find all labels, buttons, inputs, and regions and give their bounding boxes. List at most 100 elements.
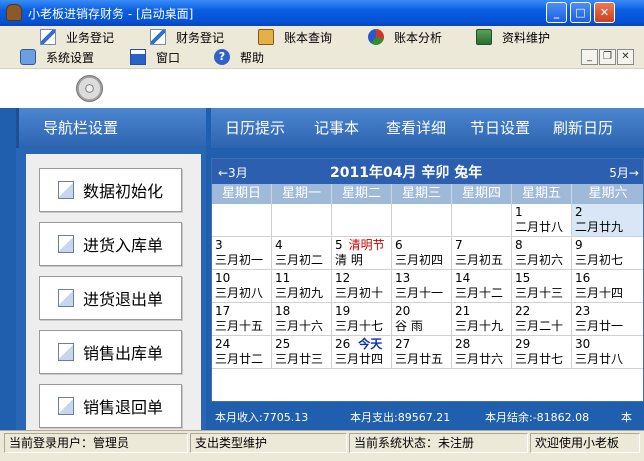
lunar-date: 三月十五: [215, 319, 264, 333]
day-number: 14: [455, 271, 471, 285]
prev-month-button[interactable]: ←3月: [218, 164, 248, 181]
menu-business-entry[interactable]: 业务登记: [40, 28, 114, 46]
day-cell[interactable]: 16 三月十四: [572, 270, 643, 303]
day-number-line: 5 清明节: [335, 238, 391, 253]
day-number-line: 29: [515, 337, 571, 352]
menu-label: 资料维护: [502, 30, 551, 45]
minimize-button[interactable]: _: [546, 2, 567, 23]
edit-icon: [58, 343, 74, 361]
close-button[interactable]: ✕: [594, 2, 615, 23]
maximize-button[interactable]: □: [570, 2, 591, 23]
day-cell[interactable]: 6 三月初四: [392, 237, 452, 270]
day-cell[interactable]: 2 二月廿九: [572, 204, 643, 237]
empty-day-cell[interactable]: [212, 204, 272, 237]
day-cell[interactable]: 30 三月廿八: [572, 336, 643, 369]
nav-button-label: 进货入库单: [83, 236, 164, 255]
day-cell[interactable]: 23 三月廿一: [572, 303, 643, 336]
calendar-grid: 1 二月廿八 2 二月廿九 3 三月初一 4 三月初二 5 清明节清 明 6 三月初四 7 三月初五 8 三月…: [212, 204, 643, 376]
day-cell[interactable]: 22 三月二十: [512, 303, 572, 336]
menu-label: 系统设置: [46, 50, 95, 65]
mdi-close-button[interactable]: ✕: [617, 49, 634, 65]
tab-holiday-settings[interactable]: 节日设置: [470, 117, 530, 138]
database-icon: [476, 29, 492, 45]
empty-day-cell[interactable]: [452, 204, 512, 237]
day-cell[interactable]: 14 三月十二: [452, 270, 512, 303]
day-cell[interactable]: 1 二月廿八: [512, 204, 572, 237]
lunar-date: 三月初二: [275, 253, 324, 267]
day-number: 18: [275, 304, 291, 318]
lunar-date: 三月十四: [575, 286, 624, 300]
lunar-date: 三月初五: [455, 253, 504, 267]
day-cell[interactable]: 11 三月初九: [272, 270, 332, 303]
nav-button-data-init[interactable]: 数据初始化: [39, 168, 182, 212]
day-cell[interactable]: 29 三月廿七: [512, 336, 572, 369]
empty-day-cell[interactable]: [392, 204, 452, 237]
day-cell[interactable]: 24 三月廿二: [212, 336, 272, 369]
menu-help[interactable]: ? 帮助: [214, 48, 264, 66]
day-cell[interactable]: 4 三月初二: [272, 237, 332, 270]
day-cell[interactable]: 21 三月十九: [452, 303, 512, 336]
calendar-header: ←3月 2011年04月 辛卯 兔年 5月→: [212, 159, 643, 184]
lunar-date: 三月廿七: [515, 352, 564, 366]
day-number: 21: [455, 304, 471, 318]
edit-icon: [150, 29, 166, 45]
nav-button-purchase-return[interactable]: 进货退出单: [39, 276, 182, 320]
menu-ledger-query[interactable]: 账本查询: [258, 28, 332, 46]
day-cell[interactable]: 7 三月初五: [452, 237, 512, 270]
mdi-restore-button[interactable]: ❐: [599, 49, 616, 65]
day-cell[interactable]: 10 三月初八: [212, 270, 272, 303]
nav-button-sales-return[interactable]: 销售退回单: [39, 384, 182, 428]
day-cell[interactable]: 25 三月廿三: [272, 336, 332, 369]
day-number-line: 13: [395, 271, 451, 286]
tab-refresh-calendar[interactable]: 刷新日历: [553, 117, 613, 138]
edit-icon: [58, 289, 74, 307]
day-cell[interactable]: 26 今天 三月廿四: [332, 336, 392, 369]
menu-data-maintenance[interactable]: 资料维护: [476, 28, 550, 46]
day-cell[interactable]: 3 三月初一: [212, 237, 272, 270]
summary-overflow: 本: [621, 411, 632, 424]
empty-day-cell[interactable]: [332, 204, 392, 237]
day-cell[interactable]: 5 清明节清 明: [332, 237, 392, 270]
day-number: 19: [335, 304, 351, 318]
day-number: 4: [275, 238, 283, 252]
title-bar: 小老板进销存财务 - [启动桌面] _ □ ✕: [0, 0, 644, 26]
tab-notepad[interactable]: 记事本: [314, 117, 359, 138]
day-cell[interactable]: 13 三月十一: [392, 270, 452, 303]
mdi-minimize-button[interactable]: _: [581, 49, 598, 65]
lunar-date: 谷 雨: [395, 319, 423, 333]
menu-label: 帮助: [240, 50, 265, 65]
day-number: 3: [215, 238, 223, 252]
day-number: 25: [275, 337, 291, 351]
menu-system-settings[interactable]: 系统设置: [20, 48, 94, 66]
day-number: 8: [515, 238, 523, 252]
calendar: ←3月 2011年04月 辛卯 兔年 5月→ 星期日 星期一 星期二 星期三 星期四 星期…: [211, 158, 644, 402]
day-cell[interactable]: 19 三月十七: [332, 303, 392, 336]
empty-day-cell[interactable]: [272, 204, 332, 237]
day-number-line: 25: [275, 337, 331, 352]
day-cell[interactable]: 18 三月十六: [272, 303, 332, 336]
day-cell[interactable]: 28 三月廿六: [452, 336, 512, 369]
calendar-month-title: 2011年04月 辛卯 兔年: [330, 165, 483, 181]
day-cell[interactable]: 17 三月十五: [212, 303, 272, 336]
tab-view-details[interactable]: 查看详细: [386, 117, 446, 138]
menu-bar-secondary: 系统设置 窗口 ? 帮助: [0, 48, 644, 68]
nav-header[interactable]: 导航栏设置: [16, 108, 206, 148]
day-cell[interactable]: 8 三月初六: [512, 237, 572, 270]
nav-button-sales-out[interactable]: 销售出库单: [39, 330, 182, 374]
lunar-date: 三月初六: [515, 253, 564, 267]
day-cell[interactable]: 20 谷 雨: [392, 303, 452, 336]
menu-ledger-analysis[interactable]: 账本分析: [368, 28, 442, 46]
nav-button-purchase-in[interactable]: 进货入库单: [39, 222, 182, 266]
next-month-button[interactable]: 5月→: [609, 164, 639, 181]
day-cell[interactable]: 15 三月十三: [512, 270, 572, 303]
disc-icon[interactable]: [76, 75, 103, 102]
tab-calendar-tips[interactable]: 日历提示: [225, 117, 285, 138]
menu-finance-entry[interactable]: 财务登记: [150, 28, 224, 46]
day-cell[interactable]: 12 三月初十: [332, 270, 392, 303]
app-logo-icon: [6, 4, 22, 21]
lunar-date: 三月廿六: [455, 352, 504, 366]
day-cell[interactable]: 27 三月廿五: [392, 336, 452, 369]
menu-window[interactable]: 窗口: [130, 48, 180, 66]
day-cell[interactable]: 9 三月初七: [572, 237, 643, 270]
lunar-date: 三月初八: [215, 286, 264, 300]
